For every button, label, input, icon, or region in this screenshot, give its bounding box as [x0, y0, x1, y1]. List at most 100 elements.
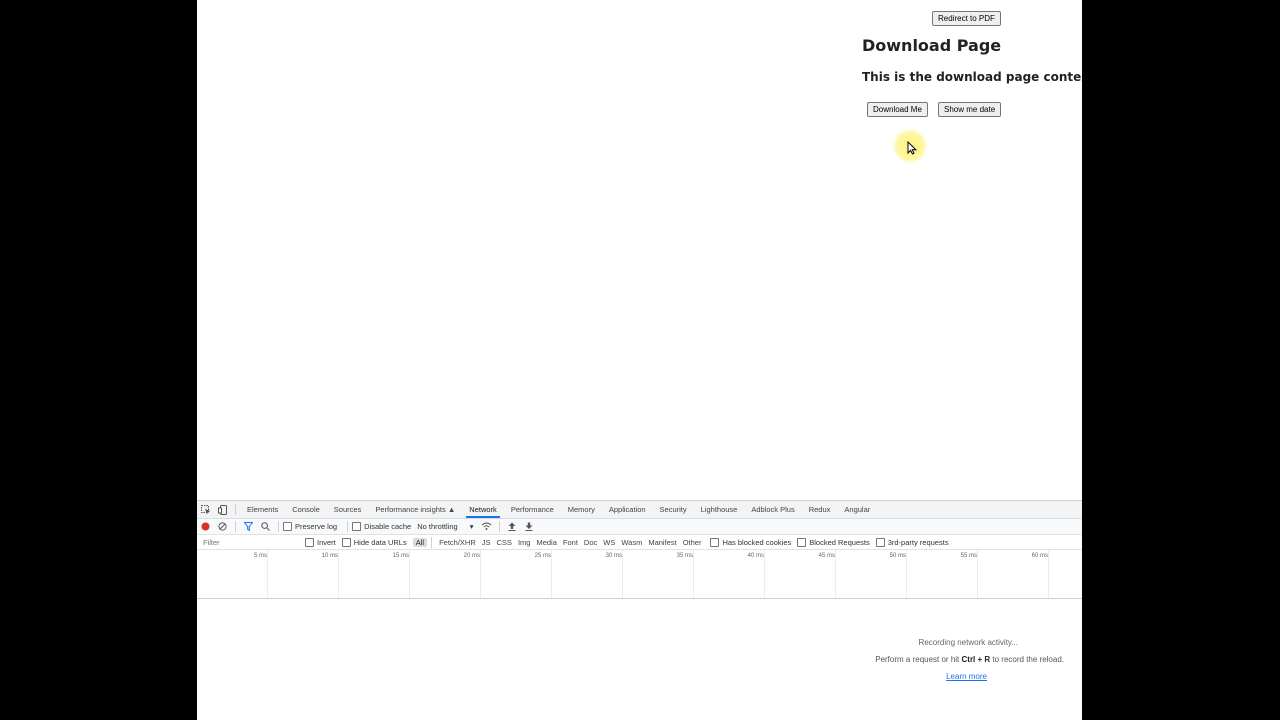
timeline-gridline	[693, 550, 694, 598]
network-empty-state: Recording network activity... Perform a …	[197, 599, 1082, 720]
timeline-gridline	[338, 550, 339, 598]
separator	[498, 521, 500, 532]
redirect-to-pdf-button[interactable]: Redirect to PDF	[932, 11, 1001, 26]
filter-type-manifest[interactable]: Manifest	[645, 538, 679, 547]
timeline-tick-label: 20 ms	[463, 553, 480, 559]
network-conditions-icon[interactable]	[480, 520, 493, 533]
upload-icon[interactable]	[506, 520, 519, 533]
clear-icon[interactable]	[216, 520, 229, 533]
timeline-tick-label: 25 ms	[534, 553, 551, 559]
preserve-log-label: Preserve log	[295, 522, 338, 531]
timeline-gridline	[480, 550, 481, 598]
page-subtitle: This is the download page content.	[862, 70, 1082, 84]
checkbox-box	[352, 522, 362, 531]
network-overview-timeline[interactable]: 5 ms 10 ms 15 ms 20 ms 25 ms 30 ms 35 ms…	[197, 550, 1082, 599]
timeline-tick-label: 50 ms	[889, 553, 906, 559]
timeline-tick-label: 35 ms	[676, 553, 693, 559]
checkbox-box	[283, 522, 292, 531]
invert-checkbox[interactable]: Invert	[305, 537, 336, 547]
timeline-gridline	[835, 550, 836, 598]
timeline-tick-label: 60 ms	[1031, 553, 1048, 559]
hide-data-urls-checkbox[interactable]: Hide data URLs	[341, 537, 407, 547]
tab-security[interactable]: Security	[653, 501, 694, 518]
download-icon[interactable]	[523, 520, 536, 533]
learn-more-link[interactable]: Learn more	[946, 672, 987, 681]
tab-network[interactable]: Network	[462, 501, 504, 518]
search-icon[interactable]	[259, 520, 272, 533]
timeline-tick-label: 55 ms	[960, 553, 977, 559]
tab-performance[interactable]: Performance	[504, 501, 561, 518]
tab-adblock-plus[interactable]: Adblock Plus	[744, 501, 801, 518]
reload-shortcut: Ctrl + R	[961, 655, 991, 664]
flask-icon: ▲	[447, 505, 456, 514]
timeline-gridline	[267, 550, 268, 598]
reload-hint-suffix: to record the reload.	[990, 655, 1064, 664]
reload-hint-prefix: Perform a request or hit	[875, 655, 962, 664]
filter-type-ws[interactable]: WS	[600, 538, 618, 547]
blocked-requests-checkbox[interactable]: Blocked Requests	[797, 537, 870, 547]
timeline-gridline	[977, 550, 978, 598]
disable-cache-label: Disable cache	[364, 522, 412, 531]
web-page: Redirect to PDF Download Page This is th…	[197, 0, 1082, 500]
tab-memory[interactable]: Memory	[561, 501, 602, 518]
checkbox-box	[797, 537, 807, 547]
filter-type-js[interactable]: JS	[479, 538, 494, 547]
blocked-requests-label: Blocked Requests	[809, 537, 870, 547]
separator	[278, 521, 279, 532]
download-me-button[interactable]: Download Me	[867, 102, 928, 117]
inspect-element-icon[interactable]	[199, 503, 212, 516]
page-title: Download Page	[862, 36, 1002, 55]
tab-performance-insights[interactable]: Performance insights ▲	[368, 501, 462, 518]
timeline-tick-label: 10 ms	[321, 553, 338, 559]
tab-lighthouse[interactable]: Lighthouse	[694, 501, 745, 518]
throttling-select[interactable]: No throttling ▾	[417, 522, 473, 531]
device-toggle-icon[interactable]	[216, 503, 229, 516]
has-blocked-cookies-checkbox[interactable]: Has blocked cookies	[710, 537, 792, 547]
tab-elements[interactable]: Elements	[240, 501, 285, 518]
tab-angular[interactable]: Angular	[837, 501, 877, 518]
checkbox-box	[341, 537, 351, 547]
chevron-down-icon: ▾	[469, 522, 474, 531]
record-icon[interactable]	[199, 520, 212, 533]
separator	[235, 504, 236, 515]
timeline-tick-label: 15 ms	[392, 553, 409, 559]
filter-type-img[interactable]: Img	[515, 538, 534, 547]
timeline-gridline	[551, 550, 552, 598]
filter-type-other[interactable]: Other	[680, 538, 705, 547]
filter-type-font[interactable]: Font	[560, 538, 581, 547]
tab-label: Performance insights	[375, 505, 446, 514]
tab-application[interactable]: Application	[602, 501, 653, 518]
timeline-gridline	[622, 550, 623, 598]
separator	[235, 521, 236, 532]
invert-label: Invert	[317, 537, 336, 547]
filter-type-fetch-xhr[interactable]: Fetch/XHR	[436, 538, 479, 547]
timeline-tick-label: 40 ms	[747, 553, 764, 559]
show-me-date-button[interactable]: Show me date	[938, 102, 1002, 117]
filter-type-css[interactable]: CSS	[494, 538, 515, 547]
filter-bar: Invert Hide data URLs All Fetch/XHR JS C…	[197, 535, 1082, 550]
mouse-cursor-icon	[907, 141, 917, 155]
filter-type-doc[interactable]: Doc	[581, 538, 600, 547]
filter-type-all[interactable]: All	[412, 537, 428, 547]
devtools-panel: Elements Console Sources Performance ins…	[197, 500, 1082, 720]
tab-sources[interactable]: Sources	[327, 501, 369, 518]
filter-icon[interactable]	[242, 520, 255, 533]
timeline-gridline	[906, 550, 907, 598]
checkbox-box	[305, 537, 314, 547]
hide-data-urls-label: Hide data URLs	[353, 537, 407, 547]
browser-viewport: Redirect to PDF Download Page This is th…	[197, 0, 1082, 720]
filter-type-wasm[interactable]: Wasm	[618, 538, 645, 547]
timeline-tick-label: 5 ms	[253, 553, 267, 559]
has-blocked-cookies-label: Has blocked cookies	[722, 537, 792, 547]
timeline-tick-label: 30 ms	[605, 553, 622, 559]
timeline-tick-label: 45 ms	[818, 553, 835, 559]
preserve-log-checkbox[interactable]: Preserve log	[283, 522, 337, 531]
tab-console[interactable]: Console	[285, 501, 327, 518]
filter-type-media[interactable]: Media	[533, 538, 559, 547]
third-party-requests-checkbox[interactable]: 3rd-party requests	[875, 537, 949, 547]
tab-redux[interactable]: Redux	[802, 501, 838, 518]
filter-input[interactable]	[201, 535, 301, 549]
separator	[347, 521, 349, 532]
disable-cache-checkbox[interactable]: Disable cache	[352, 522, 411, 531]
checkbox-box	[710, 537, 720, 547]
